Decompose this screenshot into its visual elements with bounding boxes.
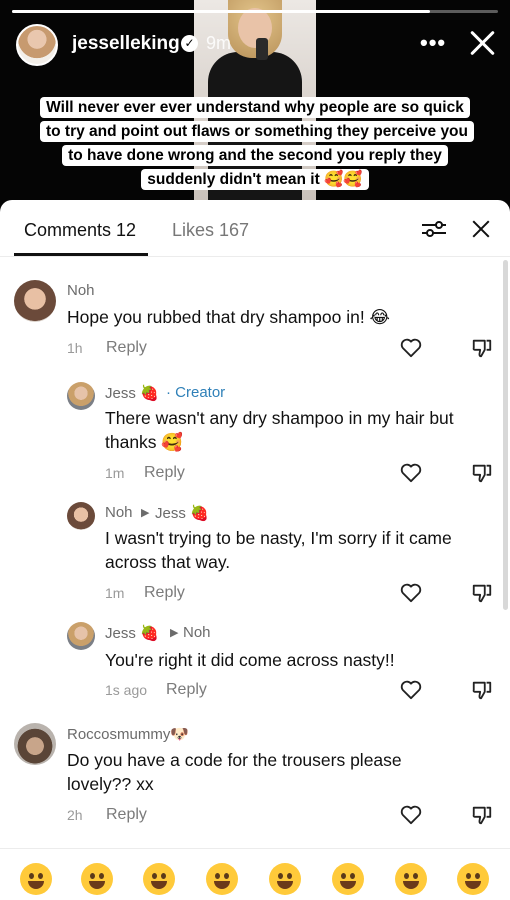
comment-time: 1s ago xyxy=(105,682,148,698)
heart-icon[interactable] xyxy=(400,805,422,825)
more-options-icon[interactable]: ••• xyxy=(420,30,446,56)
emoji-flushed-button[interactable] xyxy=(206,863,238,895)
sheet-tabs: Comments 12 Likes 167 xyxy=(0,200,510,257)
reply-button[interactable]: Reply xyxy=(144,464,185,482)
emoji-pleading-button[interactable] xyxy=(395,863,427,895)
heart-icon[interactable] xyxy=(400,463,422,483)
close-story-button[interactable] xyxy=(468,28,498,58)
dislike-icon[interactable] xyxy=(471,679,493,701)
creator-badge: · Creator xyxy=(166,384,226,401)
story-view: jesselleking ✓ 9m ••• Will never ever ev… xyxy=(0,0,510,215)
reply-button[interactable]: Reply xyxy=(166,681,207,699)
dislike-icon[interactable] xyxy=(471,462,493,484)
comment-time: 1m xyxy=(105,585,125,601)
avatar[interactable] xyxy=(67,502,95,530)
avatar[interactable] xyxy=(67,622,95,650)
story-progress-bar xyxy=(12,10,498,13)
comment-author[interactable]: Noh xyxy=(67,282,95,299)
filter-icon[interactable] xyxy=(422,219,446,239)
comment-text: Hope you rubbed that dry shampoo in! 😂 xyxy=(67,307,390,327)
story-photo-phone xyxy=(256,38,268,60)
comment-author[interactable]: Jess 🍓 xyxy=(105,624,159,642)
reply-arrow-icon: ▶ xyxy=(170,627,179,639)
comment-time: 2h xyxy=(67,807,83,823)
emoji-smirk-button[interactable] xyxy=(269,863,301,895)
comments-sheet: Comments 12 Likes 167 Noh Hope you rubbe… xyxy=(0,200,510,900)
tab-comments[interactable]: Comments 12 xyxy=(24,220,136,241)
verified-badge-icon: ✓ xyxy=(181,35,198,52)
active-tab-indicator xyxy=(14,253,148,256)
reply-button[interactable]: Reply xyxy=(106,806,147,824)
reply-to-user[interactable]: Jess 🍓 xyxy=(155,504,209,522)
comment-text: There wasn't any dry shampoo in my hair … xyxy=(105,408,454,452)
reply-to-user[interactable]: Noh xyxy=(183,624,211,641)
comment-text: I wasn't trying to be nasty, I'm sorry i… xyxy=(105,528,452,572)
reply-button[interactable]: Reply xyxy=(144,584,185,602)
emoji-bar xyxy=(0,848,510,900)
comment-author[interactable]: Roccosmummy🐶 xyxy=(67,725,189,743)
story-caption-text: Will never ever ever understand why peop… xyxy=(40,97,474,190)
avatar[interactable] xyxy=(14,280,56,322)
emoji-hearts-button[interactable] xyxy=(81,863,113,895)
comment-time: 1m xyxy=(105,465,125,481)
story-time: 9m xyxy=(206,33,232,53)
dislike-icon[interactable] xyxy=(471,337,493,359)
comment-author[interactable]: Jess 🍓 xyxy=(105,384,159,402)
story-avatar[interactable] xyxy=(16,24,58,66)
emoji-laugh-button[interactable] xyxy=(143,863,175,895)
reply-button[interactable]: Reply xyxy=(106,339,147,357)
close-comments-button[interactable] xyxy=(471,219,491,239)
story-progress-fill xyxy=(12,10,430,13)
dislike-icon[interactable] xyxy=(471,804,493,826)
dislike-icon[interactable] xyxy=(471,582,493,604)
heart-icon[interactable] xyxy=(400,680,422,700)
emoji-grin-button[interactable] xyxy=(20,863,52,895)
story-caption: Will never ever ever understand why peop… xyxy=(40,96,474,192)
heart-icon[interactable] xyxy=(400,583,422,603)
reply-arrow-icon: ▶ xyxy=(141,507,150,519)
comment-text: Do you have a code for the trousers plea… xyxy=(67,750,402,794)
comment-time: 1h xyxy=(67,340,83,356)
scrollbar[interactable] xyxy=(503,260,508,610)
avatar[interactable] xyxy=(67,382,95,410)
heart-icon[interactable] xyxy=(400,338,422,358)
emoji-relieved-button[interactable] xyxy=(457,863,489,895)
avatar[interactable] xyxy=(14,723,56,765)
comment-text: You're right it did come across nasty!! xyxy=(105,650,395,670)
story-username[interactable]: jesselleking xyxy=(72,33,180,55)
comment-author[interactable]: Noh xyxy=(105,504,133,521)
emoji-sweat-smile-button[interactable] xyxy=(332,863,364,895)
tab-likes[interactable]: Likes 167 xyxy=(172,220,249,241)
